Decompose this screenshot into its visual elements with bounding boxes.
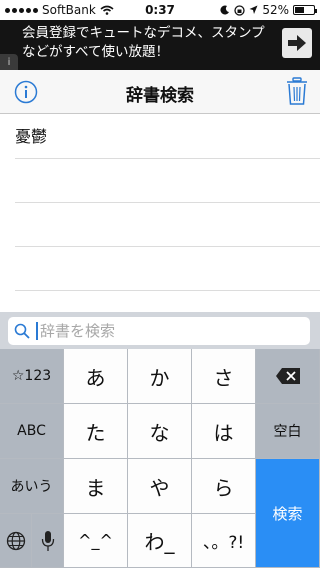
search-field[interactable] [8, 317, 310, 345]
ad-text[interactable]: 会員登録でキュートなデコメ、スタンプなどがすべて使い放題！ [22, 24, 272, 62]
key-search[interactable]: 検索 [256, 459, 320, 568]
location-arrow-icon [249, 5, 258, 14]
arrow-right-icon[interactable] [282, 28, 312, 58]
navigation-bar: 辞書検索 [0, 70, 320, 114]
list-item [15, 247, 320, 291]
backspace-icon[interactable] [256, 349, 320, 404]
trash-icon[interactable] [286, 77, 308, 105]
search-input[interactable] [40, 322, 280, 340]
search-icon [14, 323, 30, 339]
list-item[interactable]: 憂鬱 [15, 115, 320, 159]
key-alphabet[interactable]: ABC [0, 404, 64, 459]
status-bar: SoftBank 0:37 52% [0, 0, 320, 20]
key-ma[interactable]: ま [64, 459, 128, 514]
key-emoticon[interactable]: ^_^ [64, 514, 128, 568]
moon-icon [220, 5, 230, 15]
ad-banner[interactable]: 会員登録でキュートなデコメ、スタンプなどがすべて使い放題！ i [0, 20, 320, 70]
key-space[interactable]: 空白 [256, 404, 320, 459]
key-ka[interactable]: か [128, 349, 192, 404]
list-item [15, 203, 320, 247]
ad-info-icon[interactable]: i [0, 54, 18, 70]
carrier-name: SoftBank [42, 3, 96, 17]
battery-icon [293, 5, 317, 15]
signal-strength-icon [5, 7, 38, 13]
key-wa[interactable]: わ_ [128, 514, 192, 568]
list-item [15, 159, 320, 203]
search-bar [0, 312, 320, 349]
page-title: 辞書検索 [126, 86, 194, 106]
key-numbers[interactable]: ☆123 [0, 349, 64, 404]
battery-fill [295, 7, 305, 13]
text-cursor [36, 322, 38, 340]
history-list: 憂鬱 [0, 115, 320, 312]
wifi-icon [100, 5, 114, 15]
key-ya[interactable]: や [128, 459, 192, 514]
key-ha[interactable]: は [192, 404, 256, 459]
key-punctuation[interactable]: 、。?! [192, 514, 256, 568]
key-a[interactable]: あ [64, 349, 128, 404]
rotation-lock-icon [234, 4, 245, 16]
key-na[interactable]: な [128, 404, 192, 459]
kana-keyboard: ☆123 ABC あいう あ か さ た な は ま や ら ^_^ わ_ 、。… [0, 349, 320, 568]
key-sa[interactable]: さ [192, 349, 256, 404]
battery-percent: 52% [262, 3, 289, 17]
key-kana[interactable]: あいう [0, 459, 64, 514]
mic-icon[interactable] [32, 514, 64, 568]
key-ra[interactable]: ら [192, 459, 256, 514]
globe-icon[interactable] [0, 514, 32, 568]
key-ta[interactable]: た [64, 404, 128, 459]
